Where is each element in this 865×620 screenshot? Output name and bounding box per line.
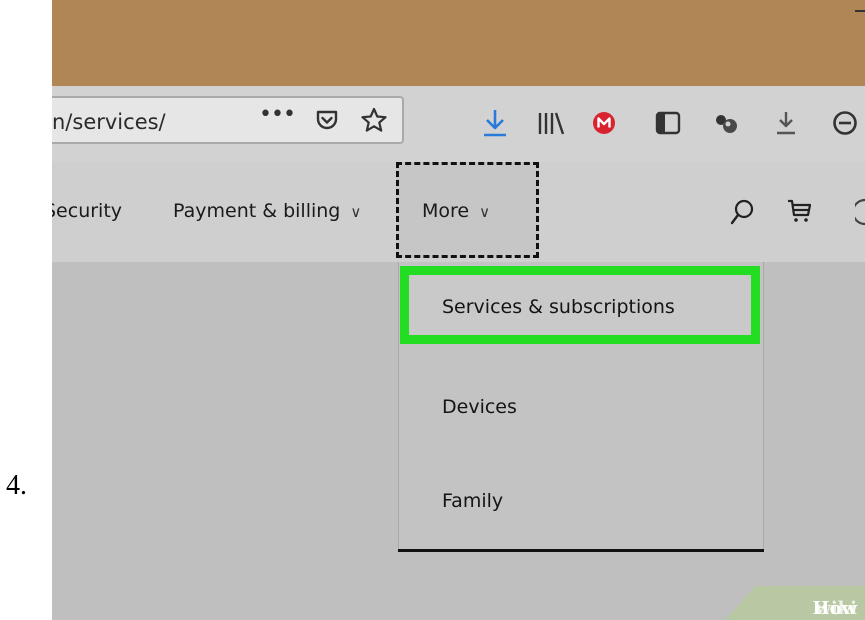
library-icon[interactable] (536, 110, 566, 136)
watermark-suffix: How (812, 598, 857, 619)
window-titlebar (52, 0, 865, 86)
nav-item-more[interactable]: More ∨ (396, 162, 539, 258)
cart-icon[interactable] (785, 196, 813, 224)
menu-item-family[interactable]: Family (442, 490, 503, 512)
nav-item-payment-billing[interactable]: Payment & billing ∨ (173, 200, 361, 222)
mega-icon[interactable] (592, 111, 616, 135)
nav-item-security[interactable]: Security (52, 200, 122, 222)
sidebar-icon[interactable] (654, 110, 682, 136)
dropdown-bottom-border (398, 549, 764, 552)
pocket-icon[interactable] (314, 107, 340, 133)
menu-item-services-subscriptions[interactable]: Services & subscriptions (442, 296, 675, 318)
url-text[interactable]: n/services/ (52, 110, 166, 134)
account-avatar-icon[interactable] (855, 198, 865, 226)
browser-toolbar: n/services/ ••• (52, 86, 865, 162)
menu-item-devices[interactable]: Devices (442, 396, 517, 418)
nav-item-label: Payment & billing (173, 200, 341, 222)
site-nav: Security Payment & billing ∨ More ∨ (52, 162, 865, 262)
step-number: 4. (6, 470, 27, 501)
wikihow-watermark: wiki How (725, 586, 865, 620)
page-actions-button[interactable]: ••• (259, 102, 296, 127)
chevron-down-icon: ∨ (350, 203, 362, 221)
download-arrow-icon[interactable] (482, 108, 508, 138)
screenshot: n/services/ ••• ecurity Payment & billin… (52, 0, 865, 620)
minimize-icon[interactable] (855, 10, 865, 12)
nav-item-label: More (422, 200, 470, 222)
url-bar[interactable]: n/services/ ••• (52, 96, 404, 144)
chevron-down-icon: ∨ (479, 203, 491, 221)
account-icon[interactable] (832, 110, 858, 136)
search-icon[interactable] (729, 198, 755, 226)
download-icon[interactable] (774, 110, 798, 136)
bookmark-star-icon[interactable] (360, 106, 388, 134)
extension-icon[interactable] (712, 109, 742, 137)
nav-item-more-label-wrap: More ∨ (422, 200, 490, 222)
